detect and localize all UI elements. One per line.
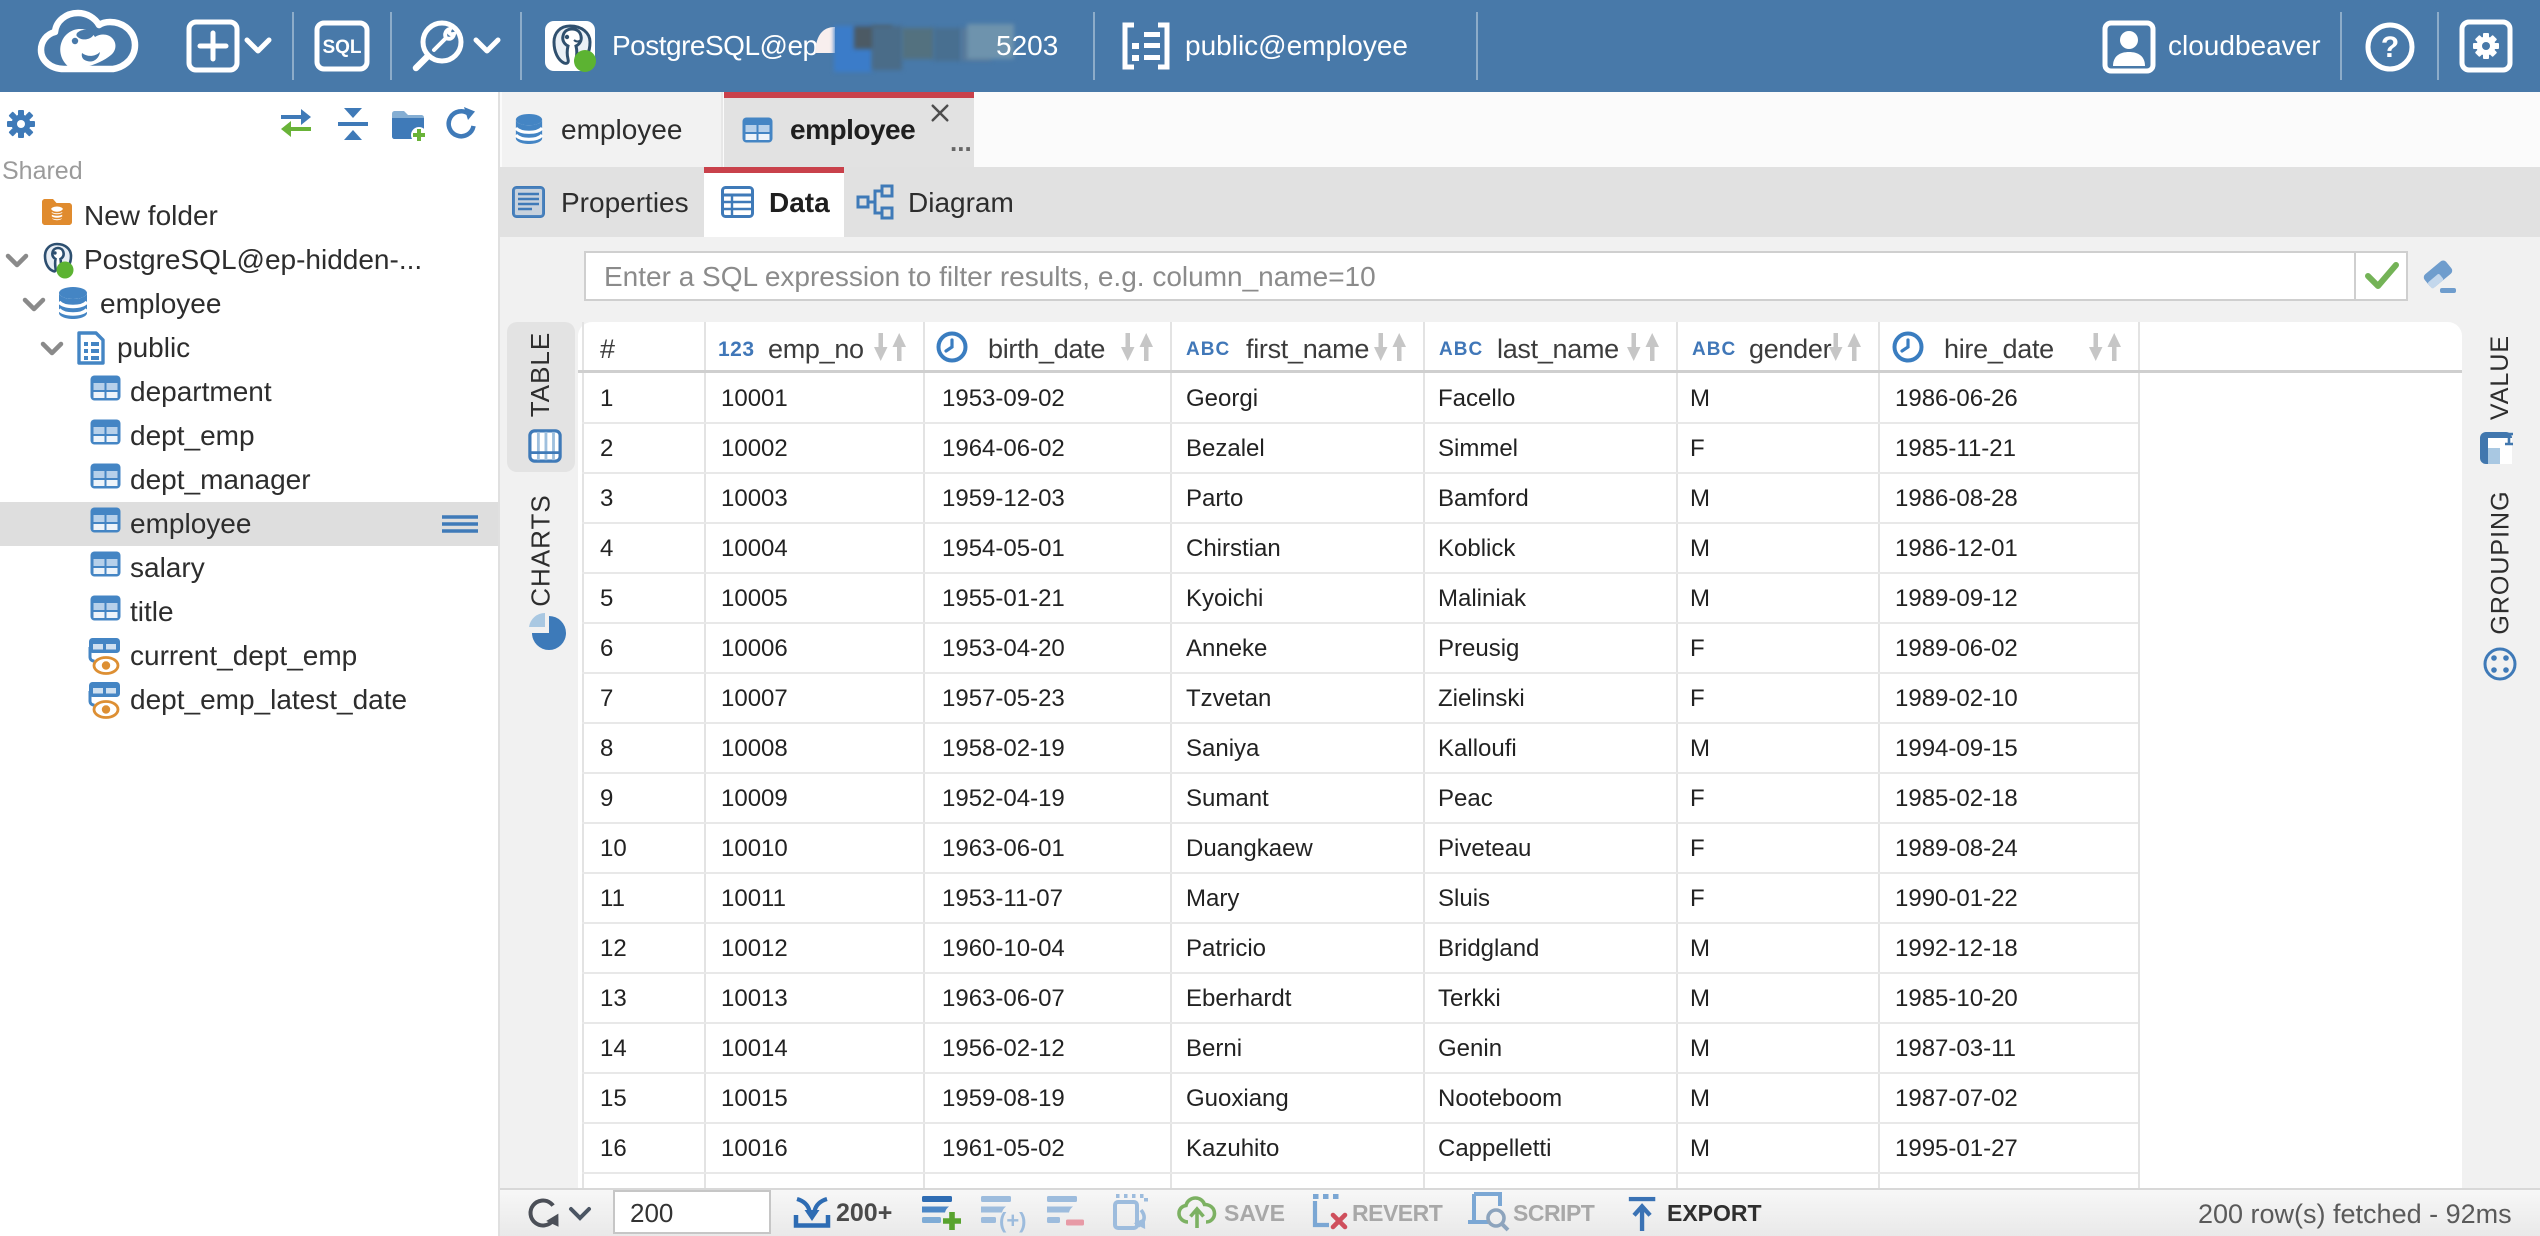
svg-text:(+): (+)	[999, 1208, 1027, 1233]
svg-text:?: ?	[2381, 31, 2399, 64]
svg-text:SQL: SQL	[322, 37, 361, 58]
